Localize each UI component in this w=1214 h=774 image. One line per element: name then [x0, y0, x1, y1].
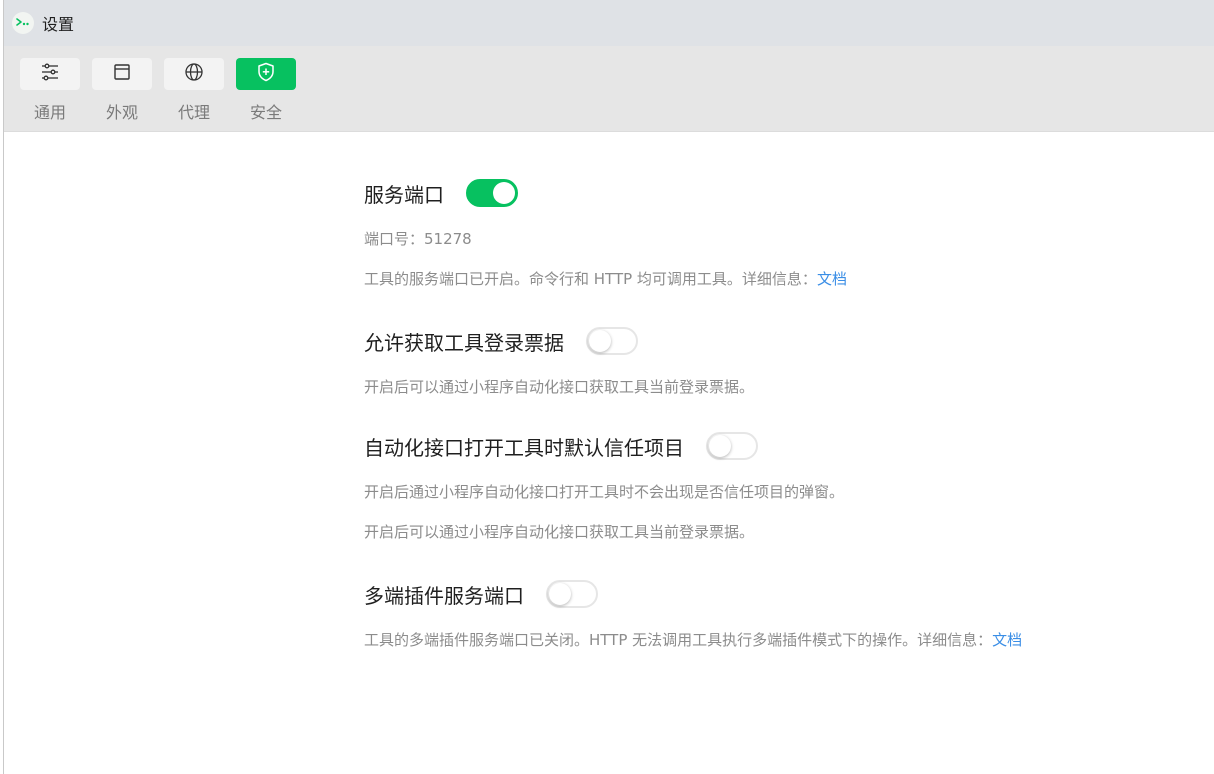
setting-auto-trust: 自动化接口打开工具时默认信任项目 开启后通过小程序自动化接口打开工具时不会出现是…: [364, 429, 1164, 542]
tab-label-appearance: 外观: [105, 103, 138, 122]
setting-head-auto-trust: 自动化接口打开工具时默认信任项目: [364, 429, 1164, 463]
auto-trust-desc-2: 开启后可以通过小程序自动化接口获取工具当前登录票据。: [364, 523, 755, 541]
service-port-toggle[interactable]: [466, 179, 518, 207]
multi-port-toggle[interactable]: [546, 580, 598, 608]
multi-port-title: 多端插件服务端口: [364, 583, 524, 608]
login-ticket-toggle[interactable]: [586, 327, 638, 355]
auto-trust-toggle[interactable]: [706, 432, 758, 460]
window-icon: [113, 63, 131, 85]
docs-link[interactable]: 文档: [992, 631, 1022, 649]
login-ticket-title: 允许获取工具登录票据: [364, 330, 564, 355]
globe-icon: [184, 62, 204, 86]
setting-service-port: 服务端口 端口号：51278 工具的服务端口已开启。命令行和 HTTP 均可调用…: [364, 176, 1164, 289]
tab-general[interactable]: 通用: [14, 58, 86, 131]
title-bar: 设置: [4, 0, 1214, 46]
setting-login-ticket: 允许获取工具登录票据 开启后可以通过小程序自动化接口获取工具当前登录票据。: [364, 324, 1164, 397]
toggle-knob: [493, 182, 515, 204]
general-button[interactable]: [20, 58, 80, 90]
docs-link[interactable]: 文档: [817, 270, 847, 288]
multi-port-desc-text: 工具的多端插件服务端口已关闭。HTTP 无法调用工具执行多端插件模式下的操作。详…: [364, 631, 993, 649]
port-number-text: 端口号：51278: [364, 230, 472, 248]
sliders-icon: [40, 63, 60, 85]
setting-head-service-port: 服务端口: [364, 176, 1164, 210]
settings-toolbar: 通用 外观 代理 安全: [4, 46, 1214, 132]
proxy-button[interactable]: [164, 58, 224, 90]
appearance-button[interactable]: [92, 58, 152, 90]
toggle-knob: [709, 435, 731, 457]
service-port-title: 服务端口: [364, 182, 444, 207]
tab-label-general: 通用: [33, 103, 66, 122]
tab-label-security: 安全: [249, 103, 282, 122]
tab-security[interactable]: 安全: [230, 58, 302, 131]
security-settings-panel: 服务端口 端口号：51278 工具的服务端口已开启。命令行和 HTTP 均可调用…: [364, 176, 1164, 650]
settings-window: 设置 通用 外观 代理 安全 服务端口 端口号：51278 工具的服务端口已开启…: [3, 0, 1214, 774]
security-button[interactable]: [236, 58, 296, 90]
toggle-knob: [589, 330, 611, 352]
tab-appearance[interactable]: 外观: [86, 58, 158, 131]
auto-trust-title: 自动化接口打开工具时默认信任项目: [364, 435, 684, 460]
toggle-knob: [549, 583, 571, 605]
setting-head-login-ticket: 允许获取工具登录票据: [364, 324, 1164, 358]
setting-multi-port: 多端插件服务端口 工具的多端插件服务端口已关闭。HTTP 无法调用工具执行多端插…: [364, 577, 1164, 650]
wechat-devtools-icon: [12, 12, 34, 34]
service-port-desc: 工具的服务端口已开启。命令行和 HTTP 均可调用工具。详细信息：文档: [364, 268, 1164, 289]
setting-head-multi-port: 多端插件服务端口: [364, 577, 1164, 611]
tab-proxy[interactable]: 代理: [158, 58, 230, 131]
multi-port-desc: 工具的多端插件服务端口已关闭。HTTP 无法调用工具执行多端插件模式下的操作。详…: [364, 629, 1164, 650]
window-title: 设置: [42, 15, 75, 34]
shield-plus-icon: [257, 62, 275, 86]
login-ticket-desc: 开启后可以通过小程序自动化接口获取工具当前登录票据。: [364, 378, 755, 396]
tab-label-proxy: 代理: [177, 103, 210, 122]
auto-trust-desc: 开启后通过小程序自动化接口打开工具时不会出现是否信任项目的弹窗。: [364, 483, 845, 501]
service-port-desc-text: 工具的服务端口已开启。命令行和 HTTP 均可调用工具。详细信息：: [364, 270, 817, 288]
